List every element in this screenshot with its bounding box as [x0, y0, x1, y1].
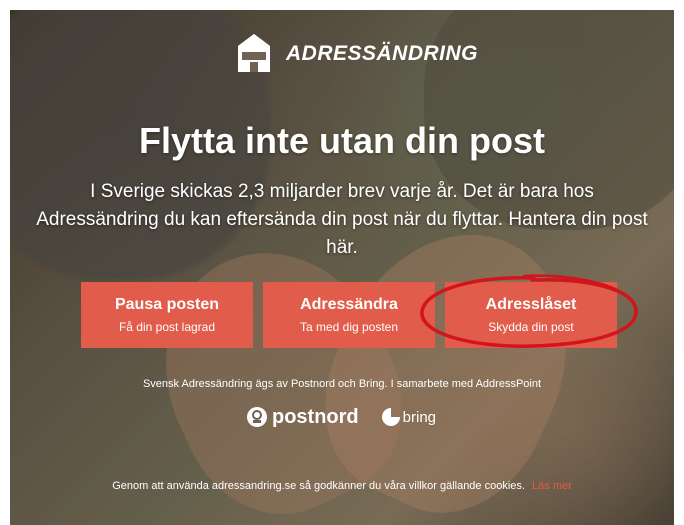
house-icon [238, 34, 270, 72]
postnord-wordmark: postnord [272, 405, 359, 428]
hero-background: ADRESSÄNDRING Flytta inte utan din post … [10, 10, 674, 525]
change-address-button[interactable]: Adressändra Ta med dig posten [263, 282, 435, 348]
brand-logo[interactable]: ADRESSÄNDRING [232, 32, 478, 76]
intro-text: I Sverige skickas 2,3 miljarder brev var… [36, 181, 648, 258]
button-subtitle: Få din post lagrad [118, 320, 216, 334]
button-title: Adressändra [300, 296, 398, 313]
hero-overlay [10, 10, 674, 525]
bring-wordmark: bring [402, 408, 437, 426]
button-subtitle: Ta med dig posten [299, 320, 399, 334]
page-title: Flytta inte utan din post [139, 120, 545, 161]
owners-text: Svensk Adressändring ägs av Postnord och… [142, 378, 542, 390]
read-more-link[interactable]: Läs mer [532, 480, 572, 492]
pause-mail-button[interactable]: Pausa posten Få din post lagrad [81, 282, 253, 348]
page: ADRESSÄNDRING Flytta inte utan din post … [0, 0, 684, 525]
bring-icon [381, 408, 400, 426]
cookie-text: Genom att använda adressandring.se så go… [112, 480, 525, 492]
brand-name: ADRESSÄNDRING [286, 42, 479, 65]
postnord-icon [247, 407, 267, 427]
bring-logo[interactable]: bring [381, 407, 436, 427]
button-title: Pausa posten [114, 296, 220, 313]
cookie-notice: Genom att använda adressandring.se så go… [10, 480, 674, 492]
postnord-logo[interactable]: postnord [246, 406, 359, 429]
annotation-circle [420, 274, 638, 348]
partner-logos: postnord bring [246, 402, 436, 432]
